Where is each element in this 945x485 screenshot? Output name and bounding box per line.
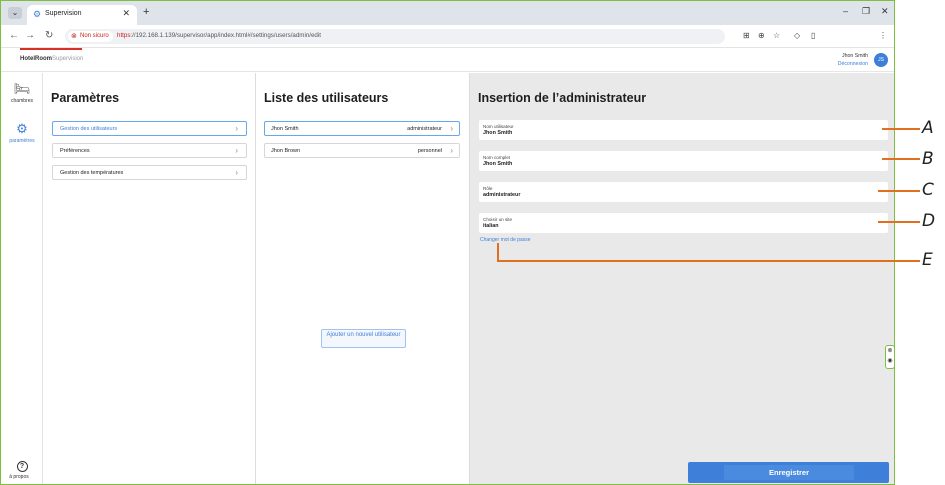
user-row[interactable]: Jhon Smith administrateur › bbox=[264, 121, 460, 136]
gear-icon: ⚙ bbox=[16, 121, 28, 136]
user-role: personnel bbox=[417, 148, 442, 154]
field-label: Rôle bbox=[483, 186, 493, 191]
username-field[interactable]: Nom utilisateur Jhon Smith bbox=[479, 120, 888, 140]
browser-tab[interactable]: ⚙ Supervision ✕ bbox=[27, 5, 137, 25]
nav-item-chambres[interactable]: 🛏 chambres bbox=[1, 81, 43, 104]
chevron-right-icon: › bbox=[235, 168, 238, 177]
close-tab-icon[interactable]: ✕ bbox=[122, 8, 130, 19]
current-user-name: Jhon Smith bbox=[842, 53, 868, 59]
restore-icon[interactable]: ❐ bbox=[862, 6, 870, 17]
url-text: https://192.168.1.139/supervisor/app/ind… bbox=[117, 32, 321, 39]
left-nav-rail: 🛏 chambres ⚙ paramètres bbox=[1, 73, 43, 484]
menu-item-label: Gestion des utilisateurs bbox=[60, 126, 118, 132]
callout-d: D bbox=[922, 211, 936, 231]
user-role: administrateur bbox=[407, 126, 442, 132]
settings-title: Paramètres bbox=[51, 91, 120, 105]
chevron-right-icon: › bbox=[235, 124, 238, 133]
forward-icon[interactable]: → bbox=[25, 30, 35, 41]
more-menu-icon[interactable]: ⋮ bbox=[879, 31, 887, 40]
url-field[interactable]: ⊗ Non sicuro https://192.168.1.139/super… bbox=[65, 29, 725, 44]
save-button[interactable]: Enregistrer bbox=[688, 462, 889, 483]
security-indicator[interactable]: ⊗ Non sicuro bbox=[68, 31, 113, 42]
callout-b: B bbox=[922, 149, 934, 169]
about-label: à propos bbox=[9, 474, 29, 480]
brand-logo: HotelRoomSupervision bbox=[20, 56, 84, 62]
close-circle-icon[interactable]: ⊗ bbox=[886, 346, 894, 356]
callout-e: E bbox=[922, 250, 933, 270]
change-password-link[interactable]: Changer mot de passe bbox=[480, 237, 531, 243]
zoom-icon[interactable]: ⊕ bbox=[758, 31, 765, 40]
tab-list-button[interactable]: ⌄ bbox=[8, 7, 22, 19]
fullname-field[interactable]: Nom complet Jhon Smith bbox=[479, 151, 888, 171]
callout-a: A bbox=[922, 118, 934, 138]
warning-icon: ⊗ bbox=[71, 33, 77, 40]
admin-form-title: Insertion de l’administrateur bbox=[478, 91, 647, 105]
chevron-right-icon: › bbox=[450, 124, 453, 133]
side-widget[interactable]: ⊗ ◉ bbox=[885, 345, 894, 369]
callout-line-c bbox=[878, 190, 920, 192]
close-window-icon[interactable]: ✕ bbox=[881, 6, 889, 17]
field-value: administrateur bbox=[483, 192, 521, 198]
settings-panel: Paramètres Gestion des utilisateurs › Pr… bbox=[43, 73, 256, 484]
callout-line-d bbox=[878, 221, 920, 223]
field-value: Jhon Smith bbox=[483, 161, 513, 167]
field-label: Choisir un site bbox=[483, 217, 513, 222]
menu-item-preferences[interactable]: Préférences › bbox=[52, 143, 247, 158]
field-label: Nom complet bbox=[483, 155, 511, 160]
browser-titlebar: ⌄ ⚙ Supervision ✕ + – ❐ ✕ bbox=[1, 1, 894, 25]
extensions-icon[interactable]: ◇ bbox=[794, 31, 800, 40]
callout-line-b bbox=[882, 158, 920, 160]
translate-icon[interactable]: ⊞ bbox=[743, 31, 750, 40]
security-label: Non sicuro bbox=[80, 33, 109, 39]
user-row[interactable]: Jhon Brown personnel › bbox=[264, 143, 460, 158]
site-select[interactable]: Choisir un site italian bbox=[479, 213, 888, 233]
users-title: Liste des utilisateurs bbox=[264, 91, 389, 105]
avatar[interactable]: JS bbox=[874, 53, 888, 67]
field-value: Jhon Smith bbox=[483, 130, 513, 136]
user-name: Jhon Smith bbox=[271, 126, 299, 132]
menu-item-user-management[interactable]: Gestion des utilisateurs › bbox=[52, 121, 247, 136]
help-icon: ? bbox=[16, 461, 28, 472]
address-bar: ← → ↻ ⊗ Non sicuro https://192.168.1.139… bbox=[1, 25, 894, 48]
nav-label: chambres bbox=[11, 98, 33, 104]
callout-line-a bbox=[882, 128, 920, 130]
new-tab-button[interactable]: + bbox=[143, 6, 149, 18]
menu-item-label: Préférences bbox=[60, 148, 90, 154]
brand-underline bbox=[20, 48, 82, 50]
chevron-right-icon: › bbox=[450, 146, 453, 155]
callout-c: C bbox=[922, 180, 934, 200]
minimize-icon[interactable]: – bbox=[843, 6, 848, 16]
save-button-label: Enregistrer bbox=[724, 465, 854, 480]
record-icon[interactable]: ◉ bbox=[886, 356, 894, 366]
add-user-button[interactable]: Ajouter un nouvel utilisateur bbox=[321, 329, 406, 348]
app-header: HotelRoomSupervision Jhon Smith Déconnex… bbox=[1, 48, 894, 72]
browser-window: ⌄ ⚙ Supervision ✕ + – ❐ ✕ ← → ↻ ⊗ Non si… bbox=[0, 0, 895, 485]
field-label: Nom utilisateur bbox=[483, 124, 514, 129]
users-panel: Liste des utilisateurs Jhon Smith admini… bbox=[256, 73, 470, 484]
nav-label: paramètres bbox=[9, 138, 35, 144]
callout-line-e bbox=[497, 260, 920, 262]
chevron-right-icon: › bbox=[235, 146, 238, 155]
reload-icon[interactable]: ↻ bbox=[45, 30, 53, 41]
tab-title: Supervision bbox=[45, 10, 82, 17]
nav-item-parametres[interactable]: ⚙ paramètres bbox=[1, 121, 43, 144]
menu-item-temperatures[interactable]: Gestion des températures › bbox=[52, 165, 247, 180]
back-icon[interactable]: ← bbox=[9, 30, 19, 41]
admin-form-panel: Insertion de l’administrateur Nom utilis… bbox=[470, 73, 894, 484]
sidepanel-icon[interactable]: ▯ bbox=[811, 31, 815, 40]
logout-link[interactable]: Déconnexion bbox=[838, 61, 868, 67]
field-value: italian bbox=[483, 223, 499, 229]
user-name: Jhon Brown bbox=[271, 148, 301, 154]
about-button[interactable]: ? à propos bbox=[9, 461, 29, 480]
role-field[interactable]: Rôle administrateur bbox=[479, 182, 888, 202]
bed-icon: 🛏 bbox=[13, 81, 31, 96]
bookmark-star-icon[interactable]: ☆ bbox=[773, 31, 780, 40]
menu-item-label: Gestion des températures bbox=[60, 170, 124, 176]
callout-line-e-vertical bbox=[497, 243, 499, 261]
gear-icon: ⚙ bbox=[33, 9, 42, 19]
